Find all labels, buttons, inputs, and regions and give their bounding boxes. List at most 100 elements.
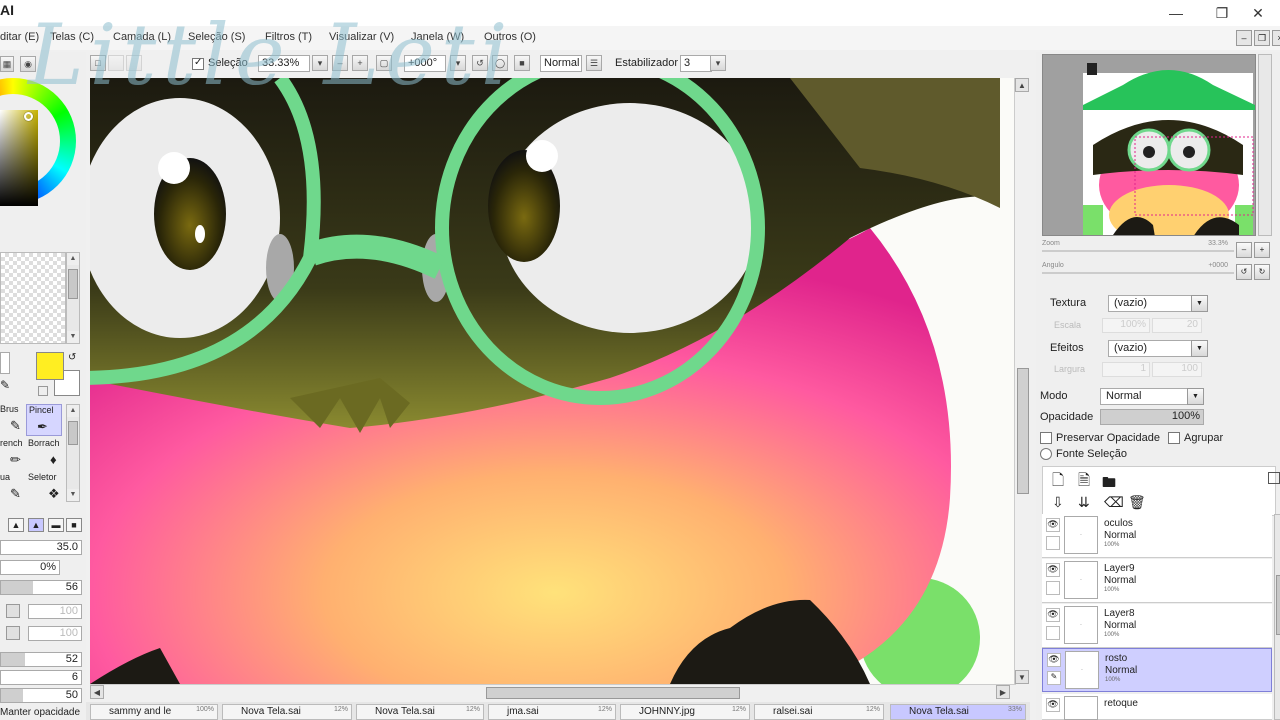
param-d-field[interactable]: 6	[0, 670, 82, 685]
layers-scrollbar[interactable]	[1274, 514, 1280, 720]
layer-item-selected[interactable]: 👁 ✎ · rosto Normal 100%	[1042, 648, 1272, 692]
delete-layer-icon[interactable]: 🗑	[1128, 494, 1146, 511]
reset-colors-icon[interactable]	[38, 386, 48, 396]
zoom-reset-icon[interactable]: ▢	[376, 55, 392, 71]
scroll-down-icon[interactable]: ▼	[67, 331, 79, 343]
canvas-vertical-scrollbar[interactable]: ▲ ▼	[1014, 78, 1030, 684]
eye-icon[interactable]: 👁	[1046, 608, 1060, 622]
canvas-tab[interactable]: ralsei.sai 12%	[754, 704, 884, 720]
panel-toggle-icon[interactable]	[1268, 472, 1280, 484]
preserve-opacity-checkbox[interactable]	[1040, 432, 1052, 444]
layer-item[interactable]: 👁 · Layer8 Normal 100%	[1042, 604, 1272, 648]
menu-filters[interactable]: Filtros (T)	[265, 31, 312, 43]
texture-toggle-icon[interactable]	[6, 604, 20, 618]
selection-checkbox[interactable]: ✓	[192, 57, 204, 70]
density-field[interactable]: 56	[0, 580, 82, 595]
deselect-button[interactable]: □	[90, 55, 106, 71]
foreground-color-swatch[interactable]	[36, 352, 64, 380]
texture-select[interactable]: (vazio) ▼	[1108, 295, 1208, 312]
zoom-field[interactable]: 33.33%	[258, 55, 310, 72]
eye-icon[interactable]: 👁	[1046, 563, 1060, 577]
param-c-field[interactable]: 52	[0, 652, 82, 667]
menu-canvas[interactable]: Telas (C)	[50, 31, 94, 43]
tools-scrollbar[interactable]: ▲ ▼	[66, 404, 80, 502]
brush-shape-selected-icon[interactable]: ▲	[28, 518, 44, 532]
nav-rotate-right-icon[interactable]: ↻	[1254, 264, 1270, 280]
invert-selection-button[interactable]	[108, 55, 124, 71]
brush-shape-flat-icon[interactable]: ▬	[48, 518, 64, 532]
swatch-grid[interactable]	[0, 252, 66, 344]
show-selection-button[interactable]	[126, 55, 142, 71]
rotation-field[interactable]: +000°	[404, 55, 446, 72]
canvas-tab[interactable]: jma.sai 12%	[488, 704, 616, 720]
nav-rotate-left-icon[interactable]: ↺	[1236, 264, 1252, 280]
tool-eraser[interactable]: Borrach ♦	[28, 438, 64, 470]
clear-layer-icon[interactable]: ⌫	[1104, 494, 1124, 511]
min-size-field[interactable]: 0%	[0, 560, 60, 575]
swap-colors-icon[interactable]: ↺	[68, 352, 76, 363]
eye-icon[interactable]: 👁	[1047, 653, 1061, 667]
new-folder-icon[interactable]: 🖿	[1102, 472, 1116, 496]
menu-edit[interactable]: ditar (E)	[0, 31, 39, 43]
rotate-left-icon[interactable]: ↺	[472, 55, 488, 71]
layer-item[interactable]: 👁 · Layer9 Normal 100%	[1042, 559, 1272, 603]
tool-selector[interactable]: Seletor ❖	[28, 472, 64, 504]
canvas-tab[interactable]: Nova Tela.sai 12%	[356, 704, 484, 720]
zoom-dropdown-icon[interactable]: ▾	[312, 55, 328, 71]
nav-zoom-out-icon[interactable]: –	[1236, 242, 1252, 258]
stabilizer-dropdown-icon[interactable]: ▾	[710, 55, 726, 71]
effect-toggle-icon[interactable]	[6, 626, 20, 640]
scroll-right-icon[interactable]: ▶	[996, 685, 1010, 699]
effects-select[interactable]: (vazio) ▼	[1108, 340, 1208, 357]
swatch-scrollbar[interactable]: ▲ ▼	[66, 252, 80, 344]
canvas-tab-active[interactable]: Nova Tela.sai 33%	[890, 704, 1026, 720]
maintain-opacity-label[interactable]: Manter opacidade	[0, 707, 80, 718]
nav-zoom-in-icon[interactable]: +	[1254, 242, 1270, 258]
mdi-close-button[interactable]: ×	[1272, 30, 1280, 46]
horizontal-scroll-thumb[interactable]	[486, 687, 740, 699]
new-layer-icon[interactable]: 🗋	[1052, 470, 1064, 495]
color-picker-handle[interactable]	[24, 112, 33, 121]
menu-layer[interactable]: Camada (L)	[113, 31, 171, 43]
brush-size-field[interactable]: 35.0	[0, 540, 82, 555]
eye-icon[interactable]: 👁	[1046, 698, 1060, 712]
rotate-reset-icon[interactable]: ◯	[492, 55, 508, 71]
vertical-scroll-thumb[interactable]	[1017, 368, 1029, 494]
brush-icon[interactable]: ✎	[1047, 671, 1061, 685]
drawing-canvas[interactable]	[90, 78, 1016, 684]
menu-others[interactable]: Outros (O)	[484, 31, 536, 43]
flip-icon[interactable]: ■	[514, 55, 530, 71]
menu-selection[interactable]: Seleção (S)	[188, 31, 245, 43]
menu-window[interactable]: Janela (W)	[411, 31, 464, 43]
eye-icon[interactable]: 👁	[1046, 518, 1060, 532]
group-checkbox[interactable]	[1168, 432, 1180, 444]
scroll-left-icon[interactable]: ◀	[90, 685, 104, 699]
color-mode-icon[interactable]: ◉	[20, 56, 36, 72]
mdi-restore-button[interactable]: ❐	[1254, 30, 1270, 46]
transparent-color-swatch[interactable]	[0, 352, 10, 374]
minimize-icon[interactable]: —	[1154, 2, 1198, 24]
zoom-out-icon[interactable]: –	[332, 55, 348, 71]
new-linework-layer-icon[interactable]: 🗎	[1078, 470, 1090, 495]
color-square[interactable]	[0, 110, 38, 206]
stabilizer-field[interactable]: 3	[680, 55, 712, 72]
navigator-angle-slider[interactable]: Angulo +0000	[1042, 262, 1234, 274]
close-icon[interactable]: ✕	[1236, 2, 1280, 24]
param-b-field[interactable]: 100	[28, 626, 82, 641]
palette-grid-icon[interactable]: ▦	[0, 56, 14, 72]
canvas-tab[interactable]: JOHNNY.jpg 12%	[620, 704, 750, 720]
layer-item[interactable]: 👁 · oculos Normal 100%	[1042, 514, 1272, 558]
eyedropper-icon[interactable]: ✎	[0, 378, 10, 392]
navigator-scrollbar[interactable]	[1258, 54, 1272, 236]
zoom-in-icon[interactable]: +	[352, 55, 368, 71]
brush-shape-square-icon[interactable]: ■	[66, 518, 82, 532]
blend-mode-field[interactable]: Normal	[540, 55, 582, 72]
scroll-up-icon[interactable]: ▲	[1015, 78, 1029, 92]
transfer-down-icon[interactable]: ⇩	[1052, 494, 1064, 511]
mode-select[interactable]: Normal ▼	[1100, 388, 1204, 405]
canvas-tab[interactable]: sammy and le 100%	[90, 704, 218, 720]
brush-shape-icon[interactable]: ▲	[8, 518, 24, 532]
navigator-preview[interactable]	[1042, 54, 1256, 236]
param-e-field[interactable]: 50	[0, 688, 82, 703]
tool-pen[interactable]: Pincel ✒	[26, 404, 62, 436]
